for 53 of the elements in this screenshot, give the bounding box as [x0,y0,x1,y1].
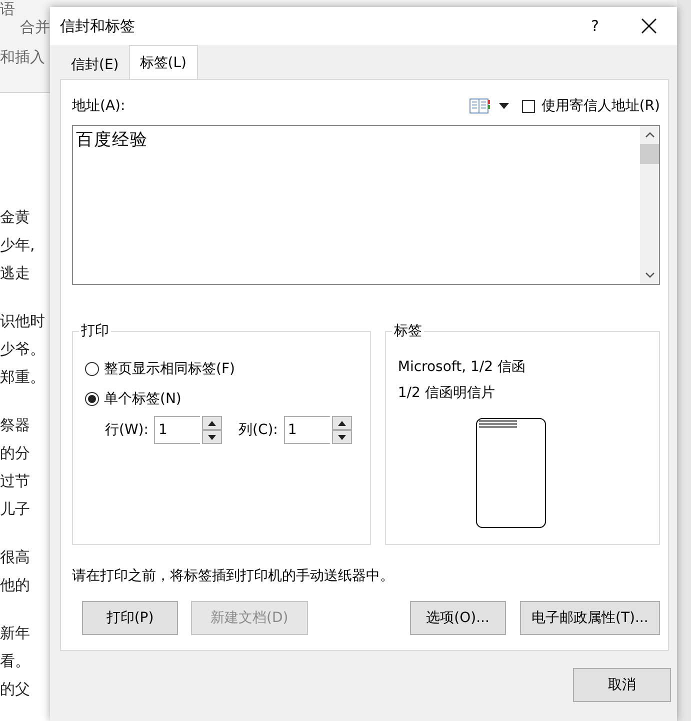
document-text: 很高 [0,547,31,568]
number-field[interactable]: 1 [154,416,200,444]
group-title: 标签 [392,322,424,340]
dialog-button[interactable]: 电子邮政属性(T)... [520,601,660,635]
help-button[interactable]: ? [585,17,605,35]
spinner-label: 行(W): [105,421,148,439]
document-text: 少年, [0,235,36,256]
tab[interactable]: 信封(E) [61,51,129,79]
close-icon[interactable] [641,18,657,34]
ribbon-text: 和插入 [0,48,45,67]
radio-label: 单个标签(N) [104,390,182,408]
label-info-text: Microsoft, 1/2 信函 [398,358,526,377]
radio-label: 整页显示相同标签(F) [104,360,235,378]
document-text: 逃走 [0,263,31,284]
checkbox-label: 使用寄信人地址(R) [541,97,660,115]
window-title: 信封和标签 [60,16,136,36]
ribbon-text: 语 [0,0,15,19]
document-text: 的分 [0,443,31,464]
scroll-up-icon[interactable] [644,132,654,138]
group-title: 打印 [79,322,111,340]
document-text: 的父 [0,679,31,700]
spin-up-icon[interactable] [332,416,352,430]
spin-down-icon[interactable] [332,430,352,444]
spin-down-icon[interactable] [202,430,222,444]
tab[interactable]: 标签(L) [128,45,198,79]
scroll-down-icon[interactable] [644,272,654,278]
document-text: 他的 [0,575,31,596]
document-text: 金黄 [0,207,31,228]
document-text: 过节 [0,471,31,492]
radio-button[interactable] [85,362,99,376]
dialog-button[interactable]: 打印(P) [82,601,178,635]
document-text: 儿子 [0,499,31,520]
scrollbar-thumb[interactable] [640,144,659,164]
address-book-icon[interactable] [469,98,492,114]
document-text: 看。 [0,651,31,672]
cancel-button[interactable]: 取消 [573,668,671,702]
document-text: 识他时 [0,311,46,332]
spin-up-icon[interactable] [202,416,222,430]
spinner-label: 列(C): [238,421,278,439]
label-info-text: 1/2 信函明信片 [398,384,496,403]
address-field[interactable]: 百度经验 [72,125,660,285]
note-text: 请在打印之前，将标签插到打印机的手动送纸器中。 [72,567,395,585]
address-label: 地址(A): [72,97,126,115]
document-text: 新年 [0,623,31,644]
radio-button[interactable] [85,392,99,406]
ribbon-text: 合并 [20,18,50,37]
document-text: 祭器 [0,415,31,436]
dropdown-caret-icon[interactable] [499,103,510,109]
number-field[interactable]: 1 [284,416,330,444]
dialog-button[interactable]: 选项(O)... [410,601,506,635]
checkbox[interactable] [522,100,536,112]
document-text: 郑重。 [0,367,46,388]
document-text: 少爷。 [0,339,46,360]
